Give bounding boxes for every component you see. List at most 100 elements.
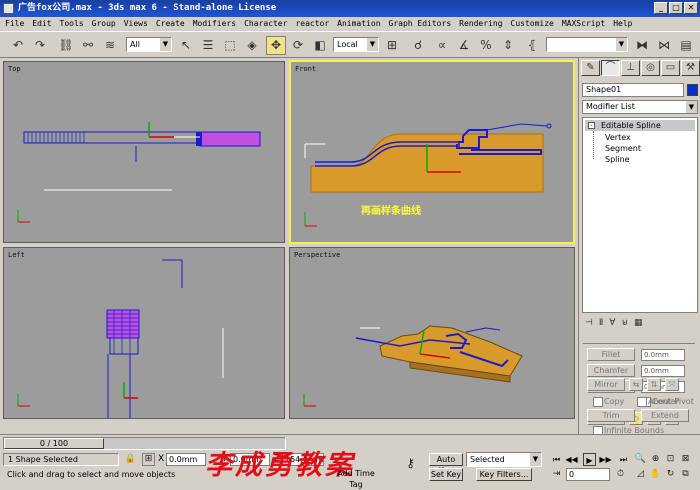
- mirror-vertical-icon[interactable]: ⇅: [647, 378, 661, 391]
- menu-animation[interactable]: Animation: [337, 17, 380, 31]
- auto-key-button[interactable]: Auto Key: [429, 453, 463, 475]
- time-configuration-icon[interactable]: ⏱: [614, 468, 627, 481]
- bind-space-warp-icon[interactable]: ≋: [100, 36, 120, 55]
- menu-help[interactable]: Help: [613, 17, 632, 31]
- zoom-extents-icon[interactable]: ⊡: [664, 453, 677, 466]
- chamfer-spinner[interactable]: 0.0mm: [641, 365, 685, 377]
- time-slider-thumb[interactable]: 0 / 100: [4, 438, 104, 449]
- viewport-left[interactable]: Left: [3, 247, 285, 419]
- stack-item-vertex[interactable]: Vertex: [605, 132, 631, 143]
- named-selection-dropdown[interactable]: ▼: [546, 37, 628, 52]
- zoom-all-icon[interactable]: ⊕: [649, 453, 662, 466]
- angle-snap-icon[interactable]: ∡: [454, 36, 474, 55]
- redo-icon[interactable]: ↷: [30, 36, 50, 55]
- current-frame-field[interactable]: 0: [566, 468, 610, 481]
- select-and-scale-icon[interactable]: ◧: [310, 36, 330, 55]
- align-icon[interactable]: ⋈: [654, 36, 674, 55]
- maximize-viewport-icon[interactable]: ⧉: [679, 468, 692, 481]
- show-end-result-icon[interactable]: Ⅱ: [599, 318, 603, 328]
- select-and-move-icon[interactable]: ✥: [266, 36, 286, 55]
- key-filters-button[interactable]: Key Filters...: [476, 468, 532, 481]
- spinner-snap-icon[interactable]: ⇕: [498, 36, 518, 55]
- undo-icon[interactable]: ↶: [8, 36, 28, 55]
- zoom-extents-all-icon[interactable]: ⊠: [679, 453, 692, 466]
- extend-button[interactable]: Extend: [641, 409, 689, 422]
- mirror-button[interactable]: Mirror: [587, 378, 625, 391]
- select-object-icon[interactable]: ↖: [176, 36, 196, 55]
- lock-selection-icon[interactable]: 🔒: [124, 453, 137, 466]
- pin-stack-icon[interactable]: ⊣: [585, 318, 593, 328]
- field-of-view-icon[interactable]: ◿: [634, 468, 647, 481]
- app-icon[interactable]: [3, 3, 14, 14]
- play-icon[interactable]: ▶: [583, 453, 596, 466]
- selection-filter-dropdown[interactable]: All ▼: [126, 37, 172, 52]
- close-button[interactable]: ✕: [684, 2, 698, 14]
- stack-item-spline[interactable]: Spline: [605, 154, 630, 165]
- hierarchy-tab-icon[interactable]: ⊥: [621, 60, 640, 76]
- menu-reactor[interactable]: reactor: [295, 17, 329, 31]
- fillet-spinner[interactable]: 0.0mm: [641, 349, 685, 361]
- configure-modifier-sets-icon[interactable]: ▦: [634, 318, 643, 328]
- go-to-start-icon[interactable]: ⏮: [550, 453, 563, 466]
- menu-modifiers[interactable]: Modifiers: [193, 17, 236, 31]
- unlink-icon[interactable]: ⚯: [78, 36, 98, 55]
- stack-item-editable-spline[interactable]: - Editable Spline: [585, 120, 695, 131]
- set-key-button[interactable]: Set Key: [429, 468, 463, 481]
- object-color-swatch[interactable]: [687, 84, 698, 96]
- go-to-end-icon[interactable]: ⏭: [617, 453, 630, 466]
- menu-maxscript[interactable]: MAXScript: [562, 17, 605, 31]
- reference-coordinate-dropdown[interactable]: Local ▼: [333, 37, 379, 52]
- chamfer-button[interactable]: Chamfer: [587, 364, 635, 377]
- mirror-horizontal-icon[interactable]: ⇆: [629, 378, 643, 391]
- stack-item-segment[interactable]: Segment: [605, 143, 641, 154]
- menu-edit[interactable]: Edit: [32, 17, 51, 31]
- add-time-tag-button[interactable]: Add Time Tag: [330, 468, 382, 489]
- x-coordinate-field[interactable]: 0.0mm: [166, 453, 206, 466]
- modify-tab-icon[interactable]: ⌒: [601, 60, 620, 76]
- menu-customize[interactable]: Customize: [511, 17, 554, 31]
- named-selection-sets-icon[interactable]: ⦃: [522, 36, 542, 55]
- select-by-name-icon[interactable]: ☰: [198, 36, 218, 55]
- arc-rotate-icon[interactable]: ↻: [664, 468, 677, 481]
- minimize-button[interactable]: _: [654, 2, 668, 14]
- menu-file[interactable]: File: [5, 17, 24, 31]
- utilities-tab-icon[interactable]: ⚒: [681, 60, 700, 76]
- absolute-mode-icon[interactable]: ⊞: [142, 453, 155, 466]
- remove-modifier-icon[interactable]: ⊌: [621, 318, 628, 328]
- copy-checkbox[interactable]: Copy: [593, 396, 624, 407]
- menu-rendering[interactable]: Rendering: [459, 17, 502, 31]
- menu-character[interactable]: Character: [244, 17, 287, 31]
- rectangular-selection-icon[interactable]: ⬚: [220, 36, 240, 55]
- zoom-icon[interactable]: 🔍: [634, 453, 647, 466]
- create-tab-icon[interactable]: ✎: [581, 60, 600, 76]
- collapse-icon[interactable]: -: [588, 122, 595, 129]
- percent-snap-icon[interactable]: %: [476, 36, 496, 55]
- object-name-field[interactable]: Shape01: [582, 83, 684, 97]
- make-unique-icon[interactable]: ∀: [609, 318, 615, 328]
- menu-views[interactable]: Views: [124, 17, 148, 31]
- layer-manager-icon[interactable]: ▤: [676, 36, 696, 55]
- menu-create[interactable]: Create: [156, 17, 185, 31]
- menu-graph-editors[interactable]: Graph Editors: [389, 17, 452, 31]
- pan-icon[interactable]: ✋: [649, 468, 662, 481]
- menu-tools[interactable]: Tools: [60, 17, 84, 31]
- next-frame-icon[interactable]: ▶▶: [599, 453, 612, 466]
- viewport-top[interactable]: Top: [3, 61, 285, 243]
- key-mode-dropdown[interactable]: Selected ▼: [466, 452, 542, 467]
- about-pivot-checkbox[interactable]: About Pivot: [637, 396, 694, 407]
- menu-group[interactable]: Group: [92, 17, 116, 31]
- maximize-button[interactable]: □: [669, 2, 683, 14]
- window-crossing-icon[interactable]: ◈: [242, 36, 262, 55]
- mirror-icon[interactable]: ⧓: [632, 36, 652, 55]
- trim-button[interactable]: Trim: [587, 409, 635, 422]
- set-key-mode-icon[interactable]: ⚷: [404, 457, 417, 470]
- viewport-front[interactable]: Front 再画样条曲线: [289, 60, 575, 244]
- motion-tab-icon[interactable]: ◎: [641, 60, 660, 76]
- viewport-perspective[interactable]: Perspective: [289, 247, 575, 419]
- snap-toggle-icon[interactable]: ∝: [432, 36, 452, 55]
- previous-frame-icon[interactable]: ◀◀: [565, 453, 578, 466]
- key-mode-toggle-icon[interactable]: ⇥: [550, 468, 563, 481]
- mirror-both-icon[interactable]: ⤧: [665, 378, 679, 391]
- select-and-manipulate-icon[interactable]: ☌: [408, 36, 428, 55]
- display-tab-icon[interactable]: ▭: [661, 60, 680, 76]
